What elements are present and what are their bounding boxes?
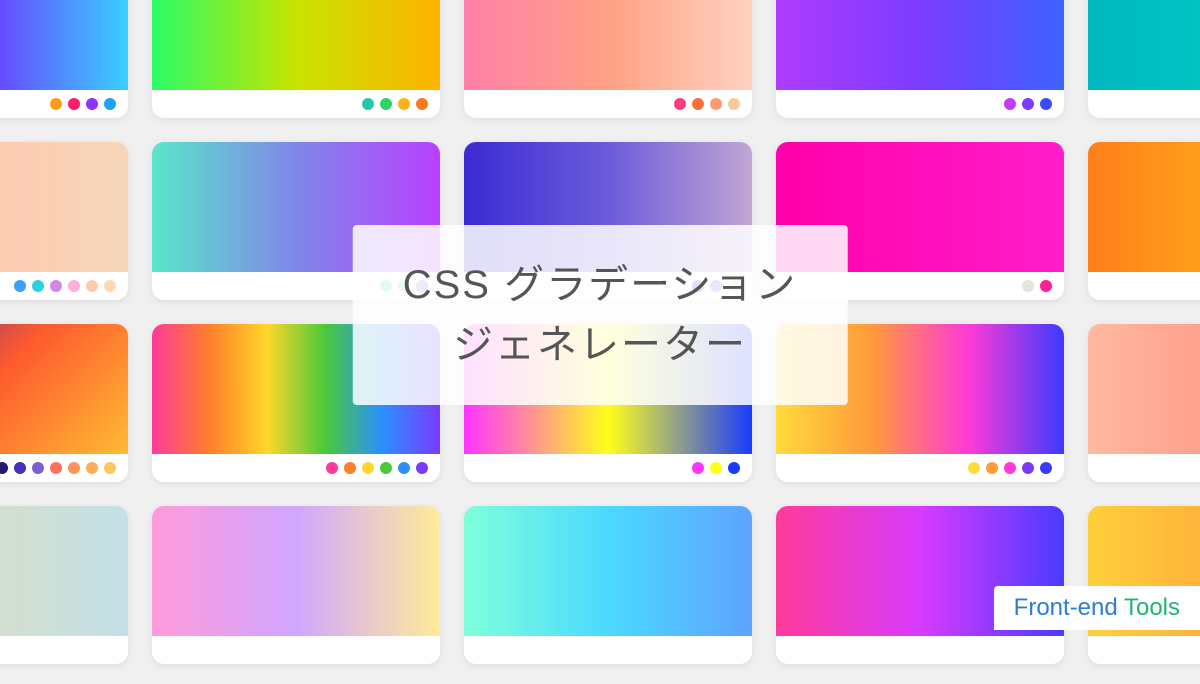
color-dots-row (152, 636, 440, 664)
gradient-card[interactable] (1088, 0, 1200, 118)
gradient-swatch (1088, 142, 1200, 272)
color-dot[interactable] (362, 98, 374, 110)
color-dots-row (1088, 636, 1200, 664)
color-dots-row (1088, 90, 1200, 118)
color-dots-row (464, 90, 752, 118)
color-dot[interactable] (692, 98, 704, 110)
color-dot[interactable] (362, 462, 374, 474)
color-dot[interactable] (326, 462, 338, 474)
color-dot[interactable] (1022, 462, 1034, 474)
color-dot[interactable] (692, 462, 704, 474)
color-dot[interactable] (50, 98, 62, 110)
color-dot[interactable] (398, 98, 410, 110)
color-dots-row (464, 454, 752, 482)
color-dots-row (776, 636, 1064, 664)
color-dot[interactable] (14, 462, 26, 474)
color-dot[interactable] (86, 280, 98, 292)
gradient-card[interactable] (776, 506, 1064, 664)
brand-part-2: Tools (1124, 594, 1180, 621)
color-dots-row (776, 90, 1064, 118)
gradient-card[interactable] (152, 506, 440, 664)
gradient-swatch (1088, 324, 1200, 454)
brand-part-1: Front-end (1014, 594, 1124, 621)
gradient-swatch (152, 506, 440, 636)
color-dots-row (0, 454, 128, 482)
color-dot[interactable] (104, 98, 116, 110)
title-overlay: CSS グラデーション ジェネレーター (353, 225, 848, 405)
color-dot[interactable] (1004, 462, 1016, 474)
gradient-swatch (0, 506, 128, 636)
color-dot[interactable] (674, 98, 686, 110)
color-dots-row (0, 272, 128, 300)
color-dot[interactable] (416, 98, 428, 110)
color-dot[interactable] (728, 462, 740, 474)
color-dot[interactable] (380, 462, 392, 474)
color-dot[interactable] (1004, 98, 1016, 110)
gradient-swatch (0, 142, 128, 272)
gradient-swatch (464, 0, 752, 90)
gradient-swatch (152, 0, 440, 90)
color-dot[interactable] (1040, 98, 1052, 110)
color-dots-row (0, 636, 128, 664)
gradient-card[interactable] (0, 142, 128, 300)
color-dot[interactable] (728, 98, 740, 110)
color-dot[interactable] (104, 462, 116, 474)
brand-badge: Front-end Tools (994, 586, 1200, 630)
title-line-1: CSS グラデーション (403, 263, 798, 307)
title-line-2: ジェネレーター (453, 323, 747, 367)
gradient-card[interactable] (1088, 324, 1200, 482)
gradient-swatch (776, 0, 1064, 90)
color-dot[interactable] (68, 98, 80, 110)
gradient-swatch (464, 506, 752, 636)
color-dot[interactable] (1040, 462, 1052, 474)
color-dot[interactable] (68, 280, 80, 292)
color-dot[interactable] (1022, 98, 1034, 110)
color-dot[interactable] (968, 462, 980, 474)
page-title: CSS グラデーション ジェネレーター (403, 255, 798, 375)
color-dots-row (464, 636, 752, 664)
color-dot[interactable] (104, 280, 116, 292)
gradient-card[interactable] (0, 0, 128, 118)
color-dots-row (0, 90, 128, 118)
color-dot[interactable] (1022, 280, 1034, 292)
color-dot[interactable] (14, 280, 26, 292)
color-dots-row (776, 454, 1064, 482)
color-dot[interactable] (710, 462, 722, 474)
gradient-card[interactable] (152, 0, 440, 118)
color-dot[interactable] (986, 462, 998, 474)
color-dot[interactable] (380, 98, 392, 110)
color-dot[interactable] (710, 98, 722, 110)
color-dot[interactable] (86, 462, 98, 474)
color-dots-row (152, 454, 440, 482)
color-dots-row (152, 90, 440, 118)
color-dots-row (1088, 454, 1200, 482)
color-dot[interactable] (50, 280, 62, 292)
color-dot[interactable] (1040, 280, 1052, 292)
color-dot[interactable] (0, 462, 8, 474)
gradient-card[interactable] (0, 324, 128, 482)
gradient-swatch (0, 324, 128, 454)
color-dot[interactable] (50, 462, 62, 474)
color-dots-row (1088, 272, 1200, 300)
color-dot[interactable] (416, 462, 428, 474)
color-dot[interactable] (344, 462, 356, 474)
gradient-card[interactable] (1088, 506, 1200, 664)
gradient-card[interactable] (464, 506, 752, 664)
gradient-card[interactable] (464, 0, 752, 118)
color-dot[interactable] (32, 280, 44, 292)
gradient-swatch (0, 0, 128, 90)
gradient-card[interactable] (776, 0, 1064, 118)
gradient-card[interactable] (0, 506, 128, 664)
color-dot[interactable] (398, 462, 410, 474)
color-dot[interactable] (86, 98, 98, 110)
gradient-card[interactable] (1088, 142, 1200, 300)
color-dot[interactable] (32, 462, 44, 474)
gradient-swatch (1088, 0, 1200, 90)
color-dot[interactable] (68, 462, 80, 474)
